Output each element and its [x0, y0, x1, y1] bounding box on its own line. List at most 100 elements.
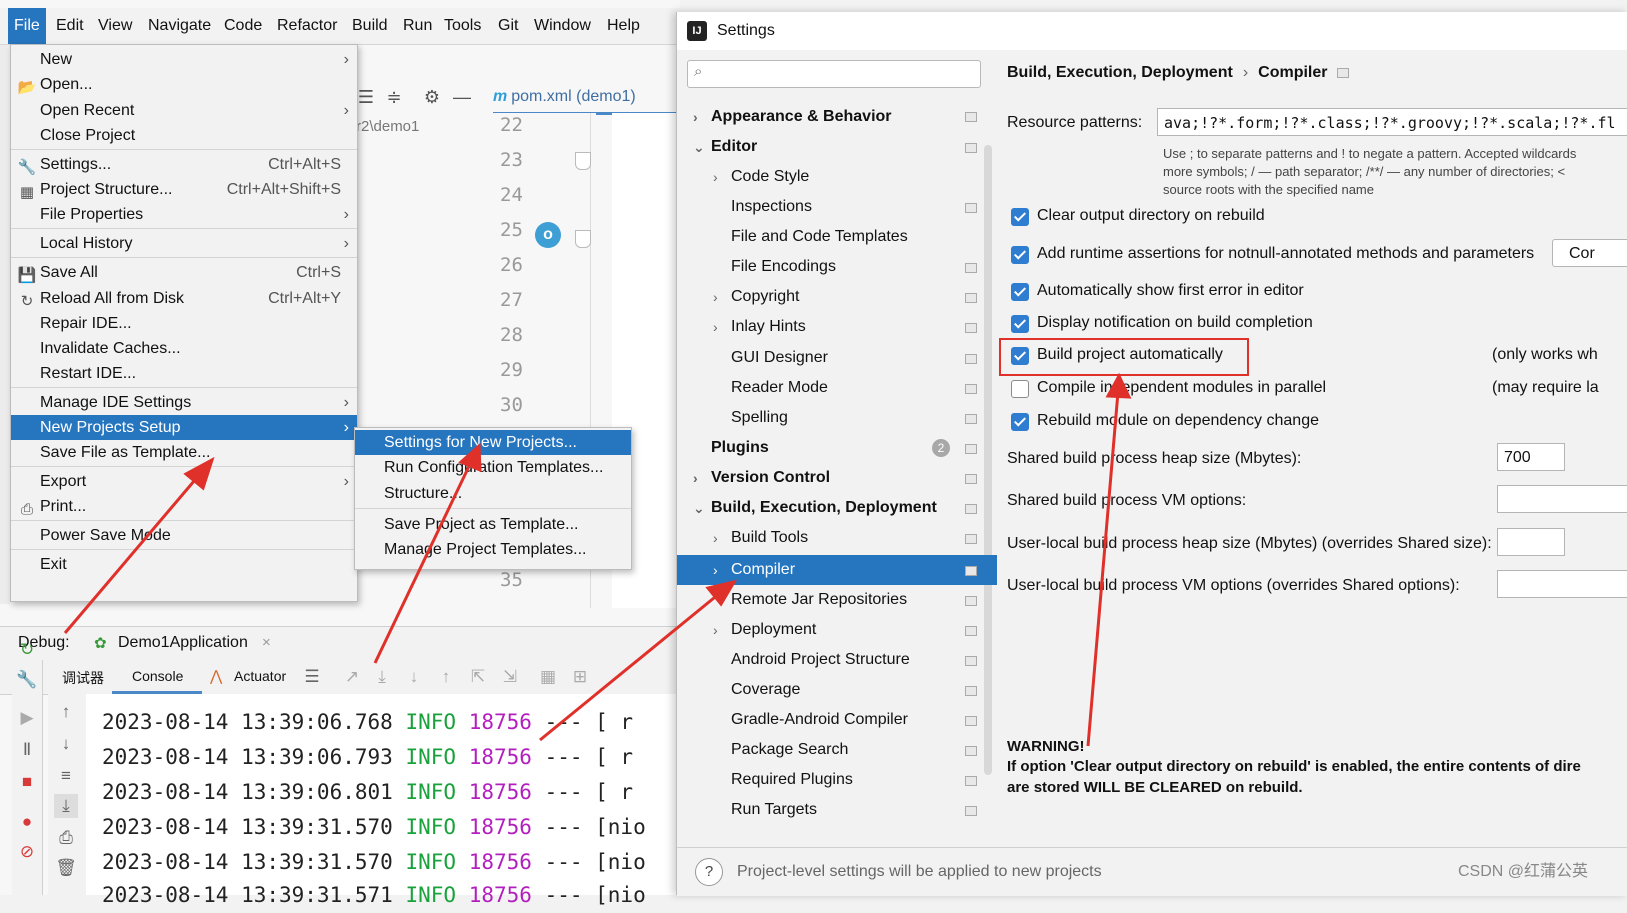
tab-console[interactable]: Console	[132, 668, 183, 684]
tree-item-editor[interactable]: ⌄ Editor	[693, 132, 757, 162]
menu-item-repair-ide[interactable]: Repair IDE...	[11, 311, 357, 336]
tree-item-file-encodings[interactable]: File Encodings	[731, 252, 836, 282]
mute-breakpoints-icon[interactable]: ⊘	[15, 840, 39, 864]
soft-wrap-icon[interactable]: ≡	[54, 764, 78, 788]
menu-run[interactable]: Run	[401, 8, 434, 44]
step-out-icon[interactable]: ↑	[434, 665, 458, 689]
tree-item-build-execution-deployment[interactable]: ⌄ Build, Execution, Deployment	[693, 493, 937, 523]
evaluate-icon[interactable]: ▦	[536, 665, 560, 689]
tree-item-inspections[interactable]: Inspections	[731, 192, 812, 222]
menu-edit[interactable]: Edit	[54, 8, 86, 44]
menu-file[interactable]: File	[8, 8, 46, 44]
menu-item-invalidate-caches[interactable]: Invalidate Caches...	[11, 336, 357, 361]
tree-item-appearance-behavior[interactable]: › Appearance & Behavior	[693, 102, 892, 132]
resource-patterns-input[interactable]: ava;!?*.form;!?*.class;!?*.groovy;!?*.sc…	[1157, 108, 1627, 136]
rebuild-on-dependency-checkbox[interactable]	[1011, 413, 1029, 431]
menu-item-save-all[interactable]: 💾 Save All Ctrl+S	[11, 260, 357, 285]
menu-item-run-configuration-templates[interactable]: Run Configuration Templates...	[355, 455, 631, 480]
menu-item-reload[interactable]: ↻ Reload All from Disk Ctrl+Alt+Y	[11, 286, 357, 311]
menu-item-open[interactable]: 📂 Open...	[11, 72, 357, 97]
pause-icon[interactable]: Ⅱ	[15, 738, 39, 762]
tree-item-compiler[interactable]: › Compiler	[713, 555, 795, 585]
menu-item-manage-ide-settings[interactable]: Manage IDE Settings ›	[11, 390, 357, 415]
menu-item-save-file-as-template[interactable]: Save File as Template...	[11, 440, 357, 465]
close-icon[interactable]: ×	[262, 634, 271, 651]
menu-item-project-structure[interactable]: ▦ Project Structure... Ctrl+Alt+Shift+S	[11, 177, 357, 202]
menu-item-restart-ide[interactable]: Restart IDE...	[11, 361, 357, 386]
print-icon[interactable]: ⎙	[54, 826, 78, 850]
menu-item-manage-project-templates[interactable]: Manage Project Templates...	[355, 537, 631, 562]
fold-marker-icon[interactable]	[575, 152, 591, 170]
down-icon[interactable]: ↓	[54, 732, 78, 756]
configure-button[interactable]: Cor	[1552, 239, 1627, 267]
resume-icon[interactable]: ▶	[15, 706, 39, 730]
clear-output-checkbox[interactable]	[1011, 208, 1029, 226]
stop-icon[interactable]: ■	[15, 770, 39, 794]
gear-icon[interactable]: ⚙	[421, 86, 443, 108]
run-to-cursor-icon[interactable]: ⇲	[498, 665, 522, 689]
tab-pom-xml[interactable]: m pom.xml (demo1)	[493, 82, 683, 115]
menu-view[interactable]: View	[96, 8, 134, 44]
tree-item-gui-designer[interactable]: GUI Designer	[731, 343, 828, 373]
menu-item-close-project[interactable]: Close Project	[11, 123, 357, 148]
tree-item-run-targets[interactable]: Run Targets	[731, 795, 817, 825]
rerun-icon[interactable]: ↻	[15, 638, 39, 662]
fold-marker-icon[interactable]	[575, 230, 591, 248]
tree-item-package-search[interactable]: Package Search	[731, 735, 848, 765]
override-icon[interactable]: o	[535, 222, 561, 248]
tree-item-coverage[interactable]: Coverage	[731, 675, 800, 705]
tree-item-file-code-templates[interactable]: File and Code Templates	[731, 222, 908, 252]
drop-frame-icon[interactable]: ⇱	[466, 665, 490, 689]
menu-item-file-properties[interactable]: File Properties ›	[11, 202, 357, 227]
trace-icon[interactable]: ⊞	[568, 665, 592, 689]
menu-git[interactable]: Git	[496, 8, 520, 44]
tree-item-deployment[interactable]: › Deployment	[713, 615, 816, 645]
tab-debugger[interactable]: 调试器	[62, 668, 104, 688]
collapse-all-icon[interactable]: ≑	[383, 86, 405, 108]
menu-code[interactable]: Code	[222, 8, 264, 44]
scroll-to-end-icon[interactable]: ⤓	[54, 794, 78, 818]
menu-item-new-projects-setup[interactable]: New Projects Setup ›	[11, 415, 357, 440]
menu-build[interactable]: Build	[350, 8, 390, 44]
menu-icon[interactable]: ☰	[300, 665, 324, 689]
menu-item-save-project-as-template[interactable]: Save Project as Template...	[355, 512, 631, 537]
tree-item-reader-mode[interactable]: Reader Mode	[731, 373, 828, 403]
vm-options-input[interactable]	[1497, 485, 1627, 513]
show-first-error-checkbox[interactable]	[1011, 283, 1029, 301]
runtime-assertions-checkbox[interactable]	[1011, 246, 1029, 264]
breakpoints-icon[interactable]: ●	[15, 810, 39, 834]
tree-item-version-control[interactable]: › Version Control	[693, 463, 830, 493]
menu-tools[interactable]: Tools	[442, 8, 483, 44]
minimize-icon[interactable]: —	[451, 86, 473, 108]
tree-item-spelling[interactable]: Spelling	[731, 403, 788, 433]
menu-item-open-recent[interactable]: Open Recent ›	[11, 98, 357, 123]
settings-search-input[interactable]: ⌕	[687, 60, 981, 88]
tree-item-code-style[interactable]: › Code Style	[713, 162, 809, 192]
user-vm-options-input[interactable]	[1497, 570, 1627, 598]
menu-help[interactable]: Help	[605, 8, 642, 44]
wrench-icon[interactable]: 🔧	[15, 668, 39, 692]
up-icon[interactable]: ↑	[54, 700, 78, 724]
menu-item-local-history[interactable]: Local History ›	[11, 231, 357, 256]
debug-session-tab[interactable]: Demo1Application	[118, 634, 248, 652]
menu-navigate[interactable]: Navigate	[146, 8, 213, 44]
menu-item-print[interactable]: ⎙ Print...	[11, 494, 357, 519]
trash-icon[interactable]: 🗑	[54, 856, 78, 880]
show-execution-point-icon[interactable]: ↗	[340, 665, 364, 689]
menu-item-settings[interactable]: 🔧 Settings... Ctrl+Alt+S	[11, 152, 357, 177]
menu-window[interactable]: Window	[532, 8, 593, 44]
menu-item-structure[interactable]: Structure...	[355, 481, 631, 506]
step-into-icon[interactable]: ↓	[402, 665, 426, 689]
menu-item-new[interactable]: New ›	[11, 47, 357, 72]
build-automatically-checkbox[interactable]	[1011, 347, 1029, 365]
tree-item-gradle-android-compiler[interactable]: Gradle-Android Compiler	[731, 705, 908, 735]
tab-actuator[interactable]: Actuator	[234, 668, 286, 684]
tree-item-required-plugins[interactable]: Required Plugins	[731, 765, 853, 795]
tree-item-plugins[interactable]: Plugins	[711, 433, 769, 463]
tree-item-build-tools[interactable]: › Build Tools	[713, 523, 808, 553]
tree-item-copyright[interactable]: › Copyright	[713, 282, 799, 312]
expand-all-icon[interactable]: ☰	[355, 86, 377, 108]
user-heap-size-input[interactable]	[1497, 528, 1565, 556]
menu-refactor[interactable]: Refactor	[275, 8, 339, 44]
compile-parallel-checkbox[interactable]	[1011, 380, 1029, 398]
